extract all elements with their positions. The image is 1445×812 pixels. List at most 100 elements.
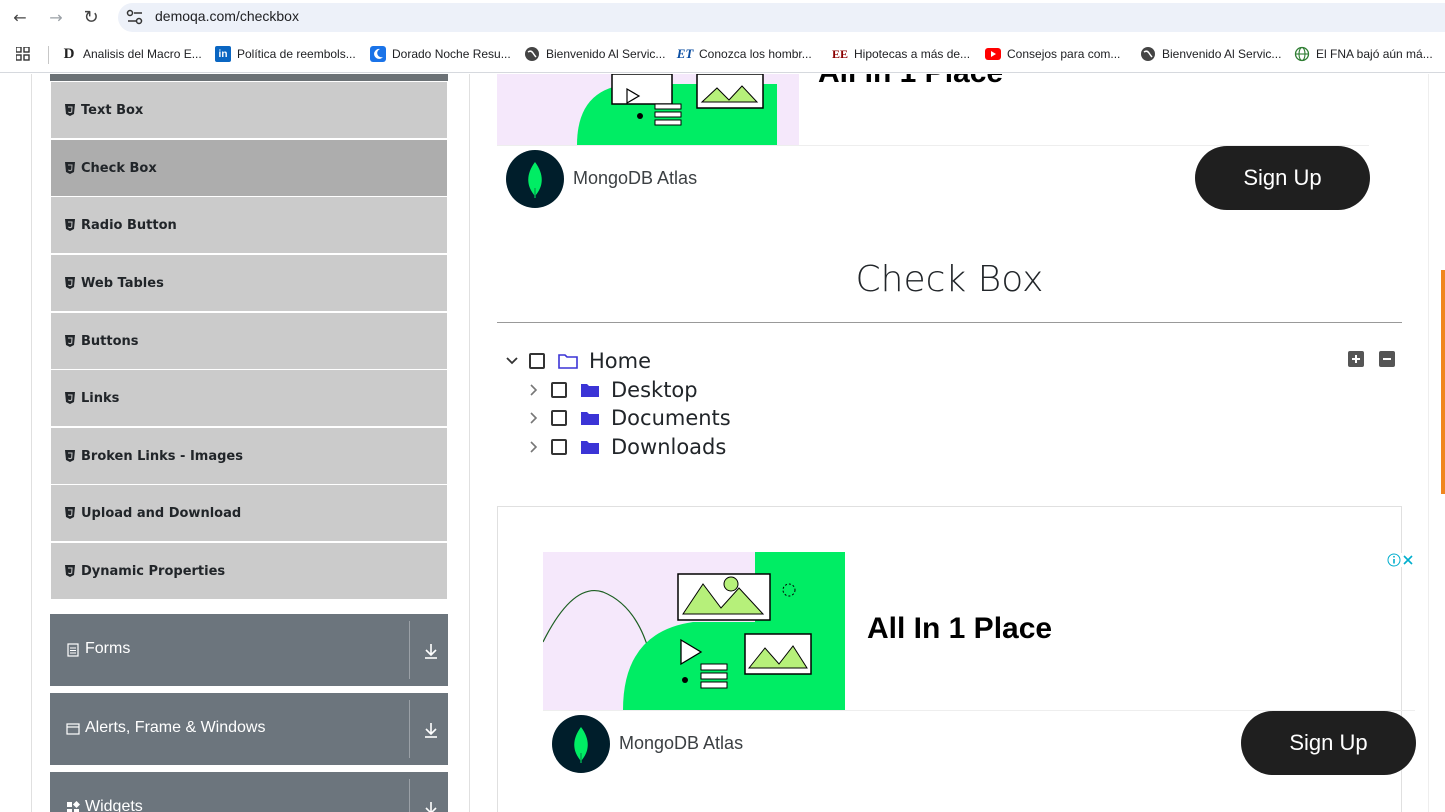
sidebar-item-label: Text Box: [81, 102, 144, 118]
ad-image-top[interactable]: [497, 74, 799, 145]
home-checkbox[interactable]: [529, 353, 545, 369]
document-icon: [67, 643, 79, 657]
web-globe-icon: [1294, 46, 1310, 62]
elements-group-header[interactable]: [50, 74, 448, 81]
tree-node-label[interactable]: Documents: [611, 406, 731, 430]
group-divider: [409, 779, 410, 812]
et-logo-icon: ET: [676, 46, 694, 61]
chevron-right-icon[interactable]: [527, 440, 541, 454]
adchoices-badge[interactable]: [1387, 553, 1415, 567]
download-arrow-icon[interactable]: [423, 642, 439, 660]
tree-node-downloads[interactable]: Downloads: [527, 434, 726, 460]
group-divider: [409, 621, 410, 679]
bookmark-item[interactable]: El FNA bajó aún má...: [1294, 45, 1433, 63]
back-button[interactable]: ←: [10, 8, 30, 28]
bookmark-item[interactable]: Dorado Noche Resu...: [370, 45, 511, 63]
mongodb-logo[interactable]: [552, 715, 610, 773]
collapse-all-button[interactable]: [1379, 351, 1395, 367]
group-header-alerts[interactable]: Alerts, Frame & Windows: [50, 693, 448, 765]
info-icon[interactable]: [1387, 553, 1401, 567]
folder-icon: [581, 441, 599, 454]
moon-icon: [370, 46, 386, 62]
sidebar-item-links[interactable]: Links: [51, 370, 447, 426]
sign-up-button[interactable]: Sign Up: [1241, 711, 1416, 775]
sidebar-item-label: Upload and Download: [81, 505, 242, 521]
sidebar-border: [469, 74, 470, 812]
sidebar-item-check-box[interactable]: Check Box: [51, 140, 447, 196]
sidebar-item-label: Web Tables: [81, 275, 164, 291]
html5-icon: [65, 450, 75, 462]
sidebar-item-upload-download[interactable]: Upload and Download: [51, 485, 447, 541]
html5-icon: [65, 277, 75, 289]
folder-open-icon: [558, 354, 578, 369]
ad-advertiser-name[interactable]: MongoDB Atlas: [573, 168, 697, 189]
ad-headline[interactable]: All In 1 Place: [867, 612, 1052, 646]
bookmarks-separator: [48, 46, 49, 64]
bookmarks-bar: D Analisis del Macro E... in Política de…: [0, 35, 1445, 73]
download-arrow-icon[interactable]: [423, 800, 439, 812]
sidebar-item-radio-button[interactable]: Radio Button: [51, 197, 447, 253]
html5-icon: [65, 507, 75, 519]
html5-icon: [65, 392, 75, 404]
chevron-right-icon[interactable]: [527, 383, 541, 397]
globe-icon: [1140, 46, 1156, 62]
ad-advertiser-name[interactable]: MongoDB Atlas: [619, 733, 743, 754]
url-text[interactable]: demoqa.com/checkbox: [155, 8, 299, 24]
group-header-widgets[interactable]: Widgets: [50, 772, 448, 812]
linkedin-icon: in: [215, 46, 231, 62]
html5-icon: [65, 104, 75, 116]
title-divider: [497, 322, 1402, 323]
downloads-checkbox[interactable]: [551, 439, 567, 455]
tree-node-label[interactable]: Desktop: [611, 378, 698, 402]
group-header-forms[interactable]: Forms: [50, 614, 448, 686]
site-settings-icon[interactable]: [126, 9, 144, 25]
sidebar-item-label: Dynamic Properties: [81, 563, 226, 579]
bookmark-item[interactable]: Consejos para com...: [985, 45, 1120, 63]
d-logo-icon: D: [63, 45, 75, 62]
sidebar-item-text-box[interactable]: Text Box: [51, 82, 447, 138]
sidebar-item-buttons[interactable]: Buttons: [51, 313, 447, 369]
bookmark-item[interactable]: EE Hipotecas a más de...: [832, 45, 970, 63]
left-border: [31, 74, 32, 812]
close-icon[interactable]: [1401, 553, 1415, 567]
folder-icon: [581, 384, 599, 397]
html5-icon: [65, 565, 75, 577]
tree-node-label[interactable]: Home: [589, 349, 651, 373]
tree-node-documents[interactable]: Documents: [527, 405, 731, 431]
apps-grid-icon[interactable]: [16, 47, 30, 61]
page-content: Text Box Check Box Radio Button Web Tabl…: [0, 74, 1445, 812]
ad-image-bottom[interactable]: [543, 552, 845, 710]
ad-headline-top[interactable]: All In 1 Place: [818, 74, 1003, 90]
bookmark-item[interactable]: Bienvenido Al Servic...: [524, 45, 665, 63]
documents-checkbox[interactable]: [551, 410, 567, 426]
bookmark-item[interactable]: in Política de reembols...: [215, 45, 356, 63]
sidebar-item-label: Buttons: [81, 333, 139, 349]
chevron-right-icon[interactable]: [527, 411, 541, 425]
sign-up-button[interactable]: Sign Up: [1195, 146, 1370, 210]
group-label: Alerts, Frame & Windows: [85, 719, 266, 736]
chevron-down-icon[interactable]: [505, 354, 519, 368]
tree-node-desktop[interactable]: Desktop: [527, 377, 698, 403]
folder-icon: [581, 412, 599, 425]
desktop-checkbox[interactable]: [551, 382, 567, 398]
sidebar-item-broken-links[interactable]: Broken Links - Images: [51, 428, 447, 484]
window-icon: [66, 723, 80, 735]
sidebar-item-dynamic-properties[interactable]: Dynamic Properties: [51, 543, 447, 599]
sidebar-item-web-tables[interactable]: Web Tables: [51, 255, 447, 311]
tree-node-label[interactable]: Downloads: [611, 435, 726, 459]
group-label: Widgets: [85, 798, 143, 812]
reload-button[interactable]: ↻: [81, 8, 101, 28]
expand-all-button[interactable]: [1348, 351, 1364, 367]
download-arrow-icon[interactable]: [423, 721, 439, 739]
group-label: Forms: [85, 640, 131, 657]
sidebar-item-label: Broken Links - Images: [81, 448, 243, 464]
group-divider: [409, 700, 410, 758]
forward-button[interactable]: →: [46, 8, 66, 28]
mongodb-logo[interactable]: [506, 150, 564, 208]
bookmark-item[interactable]: Bienvenido Al Servic...: [1140, 45, 1281, 63]
bookmark-item[interactable]: ET Conozca los hombr...: [677, 45, 812, 63]
tree-node-home[interactable]: Home: [505, 348, 651, 374]
html5-icon: [65, 335, 75, 347]
address-bar[interactable]: [118, 3, 1445, 32]
bookmark-item[interactable]: D Analisis del Macro E...: [61, 45, 202, 63]
